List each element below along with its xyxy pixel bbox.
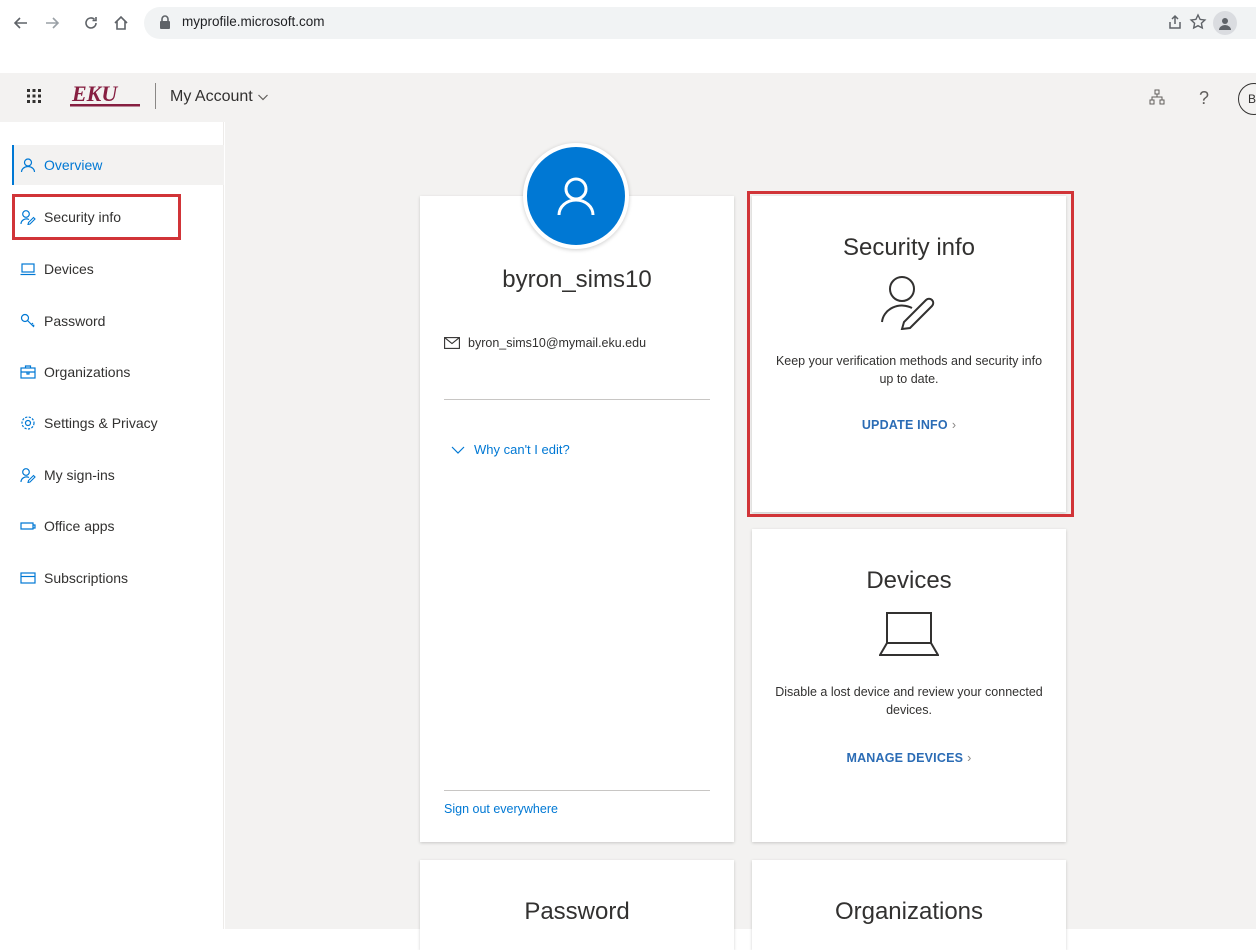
bookmark-star-icon[interactable] xyxy=(1189,13,1207,31)
header-title: My Account xyxy=(170,88,253,105)
sidebar-item-office-apps[interactable]: Office apps xyxy=(12,506,224,546)
card-icon xyxy=(20,572,36,584)
header-divider xyxy=(155,83,156,109)
app-launcher-icon[interactable] xyxy=(26,88,42,104)
manage-devices-link[interactable]: MANAGE DEVICES › xyxy=(752,751,1066,765)
profile-email: byron_sims10@mymail.eku.edu xyxy=(468,336,647,350)
briefcase-icon xyxy=(20,365,36,379)
sidebar-item-label: Settings & Privacy xyxy=(44,415,158,431)
sidebar-item-label: Subscriptions xyxy=(44,570,129,586)
svg-text:EKU: EKU xyxy=(71,82,118,106)
sidebar-item-label: My sign-ins xyxy=(44,467,115,483)
sidebar-item-label: Office apps xyxy=(44,518,115,534)
manage-devices-label: MANAGE DEVICES xyxy=(846,751,964,765)
home-icon[interactable] xyxy=(110,12,132,34)
main-content xyxy=(225,122,1256,929)
sign-out-everywhere-link[interactable]: Sign out everywhere xyxy=(444,802,558,816)
why-cant-i-edit-label: Why can't I edit? xyxy=(474,442,570,457)
chevron-down-icon xyxy=(451,446,465,454)
account-switcher[interactable]: My Account xyxy=(170,88,269,106)
password-card: Password xyxy=(420,860,734,950)
profile-avatar xyxy=(523,143,629,249)
divider xyxy=(444,790,710,791)
profile-name: byron_sims10 xyxy=(502,266,652,293)
eku-logo[interactable]: EKU xyxy=(68,82,144,108)
back-icon[interactable] xyxy=(10,12,32,34)
organization-chart-icon[interactable] xyxy=(1148,88,1166,106)
person-icon xyxy=(557,177,595,216)
sidebar-item-my-sign-ins[interactable]: My sign-ins xyxy=(12,455,224,495)
office-icon xyxy=(20,522,36,530)
laptop-icon xyxy=(20,263,36,276)
highlight-box-security-card xyxy=(747,191,1074,517)
sidebar-item-overview[interactable]: Overview xyxy=(12,145,224,185)
chevron-right-icon: › xyxy=(967,751,972,765)
person-icon xyxy=(20,158,36,173)
profile-avatar-icon[interactable] xyxy=(1213,11,1237,35)
card-title: Devices xyxy=(866,567,952,594)
sidebar-item-subscriptions[interactable]: Subscriptions xyxy=(12,558,224,598)
sidebar-item-label: Overview xyxy=(44,157,103,173)
url-text[interactable]: myprofile.microsoft.com xyxy=(182,14,325,29)
why-cant-i-edit-toggle[interactable]: Why can't I edit? xyxy=(451,442,570,457)
sidebar-item-label: Devices xyxy=(44,261,94,277)
organizations-card: Organizations xyxy=(752,860,1066,950)
card-title: Organizations xyxy=(834,898,984,925)
profile-email-row: byron_sims10@mymail.eku.edu xyxy=(444,336,646,350)
highlight-box-sidebar xyxy=(12,194,181,240)
share-icon[interactable] xyxy=(1166,13,1184,31)
gear-icon xyxy=(21,416,35,430)
sidebar-item-password[interactable]: Password xyxy=(12,301,224,341)
key-icon xyxy=(20,313,35,328)
lock-icon[interactable] xyxy=(159,15,171,29)
divider xyxy=(444,399,710,400)
sidebar-item-settings-privacy[interactable]: Settings & Privacy xyxy=(12,403,224,443)
laptop-icon xyxy=(879,611,939,657)
sidebar-item-label: Password xyxy=(44,313,106,329)
devices-card: Devices Disable a lost device and review… xyxy=(752,529,1066,842)
forward-icon[interactable] xyxy=(41,12,63,34)
sidebar-item-devices[interactable]: Devices xyxy=(12,249,224,289)
help-icon[interactable]: ? xyxy=(1199,88,1209,109)
person-pen-icon xyxy=(20,468,36,483)
chevron-down-icon xyxy=(257,94,268,101)
browser-toolbar: myprofile.microsoft.com xyxy=(0,0,1256,46)
card-description: Disable a lost device and review your co… xyxy=(775,685,1043,717)
reload-icon[interactable] xyxy=(80,12,102,34)
mail-icon xyxy=(444,337,460,349)
sidebar-item-label: Organizations xyxy=(44,364,131,380)
card-title: Password xyxy=(524,898,630,925)
sidebar-item-organizations[interactable]: Organizations xyxy=(12,352,224,392)
